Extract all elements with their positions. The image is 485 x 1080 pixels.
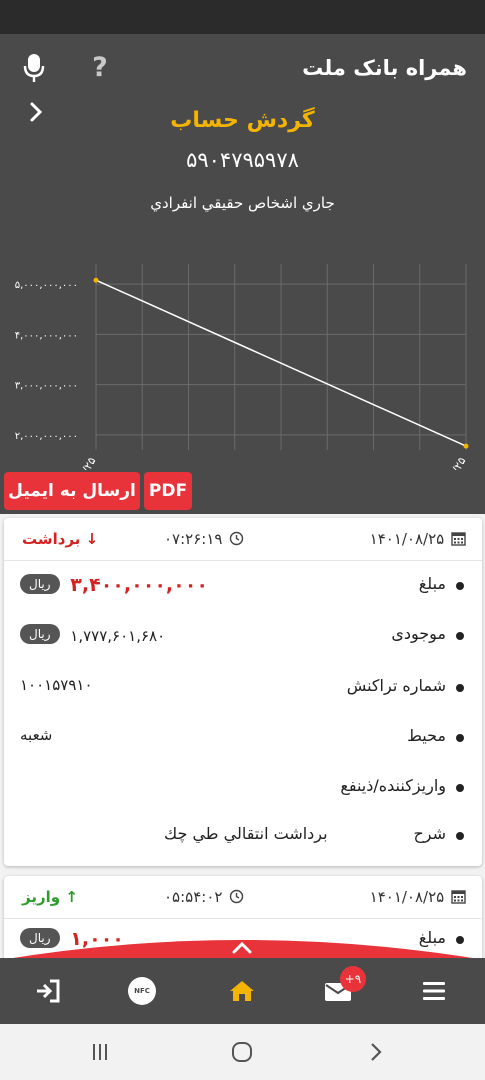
status-bar <box>0 0 485 34</box>
send-email-button[interactable]: ارسال به ايميل <box>4 472 140 510</box>
chart-x-tick-label: ۰۸/۲۵ <box>444 455 469 470</box>
bullet <box>456 632 464 640</box>
mail-badge: +۹ <box>340 966 366 992</box>
description-row: شرح برداشت انتقالي طي چك <box>4 824 482 854</box>
mail-icon[interactable]: +۹ <box>308 958 368 1024</box>
back-button-icon[interactable] <box>356 1038 396 1066</box>
clock-icon <box>230 531 244 546</box>
bullet <box>456 684 464 692</box>
date-text: ۱۴۰۱/۰۸/۲۵ <box>369 888 445 906</box>
transaction-card[interactable]: ۱۴۰۱/۰۸/۲۵ ۰۷:۲۶:۱۹ ↓ برداشت مبلغ ۳,۴۰۰,… <box>4 518 482 866</box>
channel-label: محیط <box>407 726 446 745</box>
bullet <box>456 784 464 792</box>
description-value: برداشت انتقالي طي چك <box>164 824 328 843</box>
transaction-number-label: شماره تراکنش <box>346 676 446 695</box>
party-row: واریزکننده/ذینفع <box>4 776 482 806</box>
account-type: جاري اشخاص حقيقي انفرادي <box>150 194 335 212</box>
chart-y-tick-label: ۳,۰۰۰,۰۰۰,۰۰۰ <box>15 381 78 392</box>
arrow-up-icon: ↑ <box>65 888 78 906</box>
party-label: واریزکننده/ذینفع <box>340 776 446 795</box>
transaction-time: ۰۵:۵۴:۰۲ <box>164 888 244 906</box>
logout-icon[interactable] <box>18 958 78 1024</box>
nfc-label: NFC <box>128 977 156 1005</box>
transaction-type-withdraw: ↓ برداشت <box>22 530 98 548</box>
app-title: همراه بانک ملت <box>302 56 467 80</box>
transaction-header: ۱۴۰۱/۰۸/۲۵ ۰۵:۵۴:۰۲ ↑ واریز <box>4 888 482 912</box>
system-navigation-bar <box>0 1024 485 1080</box>
clock-icon <box>230 889 244 904</box>
bullet <box>456 734 464 742</box>
chart-data-point <box>93 277 99 283</box>
arrow-down-icon: ↓ <box>85 530 99 548</box>
home-button-icon[interactable] <box>222 1038 262 1066</box>
bottom-navigation: +۹ NFC <box>0 958 485 1024</box>
home-icon[interactable] <box>212 958 272 1024</box>
menu-icon[interactable] <box>404 958 464 1024</box>
transaction-time: ۰۷:۲۶:۱۹ <box>164 530 244 548</box>
balance-label: موجودی <box>391 624 446 643</box>
transaction-type-label: برداشت <box>22 530 81 548</box>
divider <box>4 918 482 919</box>
balance-value-wrap: ۱,۷۷۷,۶۰۱,۶۸۰ ريال <box>20 624 165 645</box>
bullet <box>456 832 464 840</box>
account-header-panel: همراه بانک ملت ? گردش حساب ۵۹۰۴۷۹۵۹۷۸ جا… <box>0 34 485 514</box>
channel-value: شعبه <box>20 726 53 744</box>
amount-value-wrap: ۳,۴۰۰,۰۰۰,۰۰۰ ريال <box>20 574 208 596</box>
balance-row: موجودی ۱,۷۷۷,۶۰۱,۶۸۰ ريال <box>4 624 482 654</box>
calendar-icon <box>451 532 466 546</box>
currency-badge: ريال <box>20 574 60 594</box>
calendar-icon <box>451 890 466 904</box>
transaction-number-value: ۱۰۰۱۵۷۹۱۰ <box>20 676 93 694</box>
chart-y-tick-label: ۴,۰۰۰,۰۰۰,۰۰۰ <box>15 330 78 341</box>
help-icon[interactable]: ? <box>90 52 110 84</box>
recent-apps-icon[interactable] <box>80 1038 120 1066</box>
pdf-button[interactable]: PDF <box>144 472 192 510</box>
description-label: شرح <box>413 824 446 843</box>
page-title: گردش حساب <box>170 108 315 133</box>
account-number: ۵۹۰۴۷۹۵۹۷۸ <box>186 148 299 172</box>
amount-row: مبلغ ۳,۴۰۰,۰۰۰,۰۰۰ ريال <box>4 574 482 604</box>
transaction-date: ۱۴۰۱/۰۸/۲۵ <box>370 530 466 548</box>
chart-data-point <box>463 443 469 449</box>
balance-chart: ۲,۰۰۰,۰۰۰,۰۰۰ ۳,۰۰۰,۰۰۰,۰۰۰ ۴,۰۰۰,۰۰۰,۰۰۰ ۵… <box>15 264 469 470</box>
divider <box>4 560 482 561</box>
chart-y-tick-label: ۲,۰۰۰,۰۰۰,۰۰۰ <box>15 431 78 442</box>
chart-y-tick-label: ۵,۰۰۰,۰۰۰,۰۰۰ <box>15 280 78 291</box>
bullet <box>456 582 464 590</box>
balance-value: ۱,۷۷۷,۶۰۱,۶۸۰ <box>70 627 166 645</box>
time-text: ۰۵:۵۴:۰۲ <box>164 888 223 906</box>
date-text: ۱۴۰۱/۰۸/۲۵ <box>369 530 445 548</box>
chart-x-tick-label: ۰۸/۲۵ <box>74 455 99 470</box>
microphone-icon[interactable] <box>22 52 46 84</box>
time-text: ۰۷:۲۶:۱۹ <box>164 530 223 548</box>
transaction-header: ۱۴۰۱/۰۸/۲۵ ۰۷:۲۶:۱۹ ↓ برداشت <box>4 530 482 554</box>
transaction-type-deposit: ↑ واریز <box>22 888 78 906</box>
amount-label: مبلغ <box>418 574 446 593</box>
amount-value: ۳,۴۰۰,۰۰۰,۰۰۰ <box>70 574 208 596</box>
currency-badge: ريال <box>20 624 60 644</box>
nfc-icon[interactable]: NFC <box>112 958 172 1024</box>
channel-row: محیط شعبه <box>4 726 482 756</box>
transaction-date: ۱۴۰۱/۰۸/۲۵ <box>370 888 466 906</box>
transaction-type-label: واریز <box>22 888 61 906</box>
transaction-number-row: شماره تراکنش ۱۰۰۱۵۷۹۱۰ <box>4 676 482 706</box>
